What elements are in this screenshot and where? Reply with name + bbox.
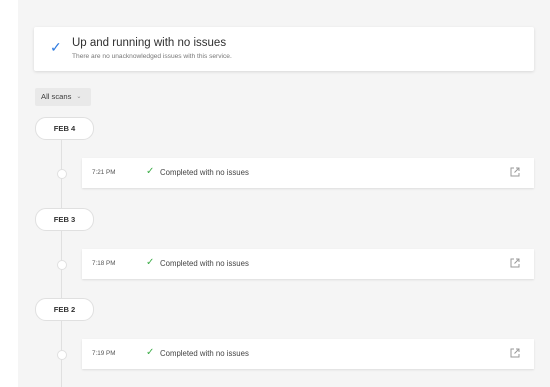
scan-row[interactable]: 7:19 PM ✓ Completed with no issues [82, 339, 534, 369]
scan-status: Completed with no issues [160, 349, 249, 358]
check-icon: ✓ [146, 257, 155, 268]
date-pill: FEB 2 [35, 298, 94, 321]
date-label: FEB 4 [53, 124, 76, 133]
scan-status: Completed with no issues [160, 259, 249, 268]
external-link-icon[interactable] [510, 258, 520, 268]
chevron-down-icon: ⌄ [76, 94, 82, 100]
date-label: FEB 3 [53, 215, 76, 224]
date-pill: FEB 4 [35, 117, 94, 140]
status-subtitle: There are no unacknowledged issues with … [72, 53, 232, 60]
check-icon: ✓ [50, 39, 62, 55]
external-link-icon[interactable] [510, 167, 520, 177]
date-label: FEB 2 [53, 305, 76, 314]
status-title: Up and running with no issues [72, 37, 227, 49]
status-card: ✓ Up and running with no issues There ar… [34, 27, 534, 71]
scan-filter-dropdown[interactable]: All scans ⌄ [35, 88, 92, 106]
timeline-dot [57, 169, 67, 179]
scan-time: 7:18 PM [92, 260, 116, 267]
timeline-dot [57, 350, 67, 360]
timeline-dot [57, 260, 67, 270]
check-icon: ✓ [146, 347, 155, 358]
scan-row[interactable]: 7:18 PM ✓ Completed with no issues [82, 249, 534, 279]
check-icon: ✓ [146, 166, 155, 177]
scan-status: Completed with no issues [160, 168, 249, 177]
external-link-icon[interactable] [510, 348, 520, 358]
scan-row[interactable]: 7:21 PM ✓ Completed with no issues [82, 158, 534, 188]
filter-label: All scans [41, 92, 72, 101]
scan-time: 7:21 PM [92, 169, 116, 176]
date-pill: FEB 3 [35, 208, 94, 231]
scan-time: 7:19 PM [92, 350, 116, 357]
